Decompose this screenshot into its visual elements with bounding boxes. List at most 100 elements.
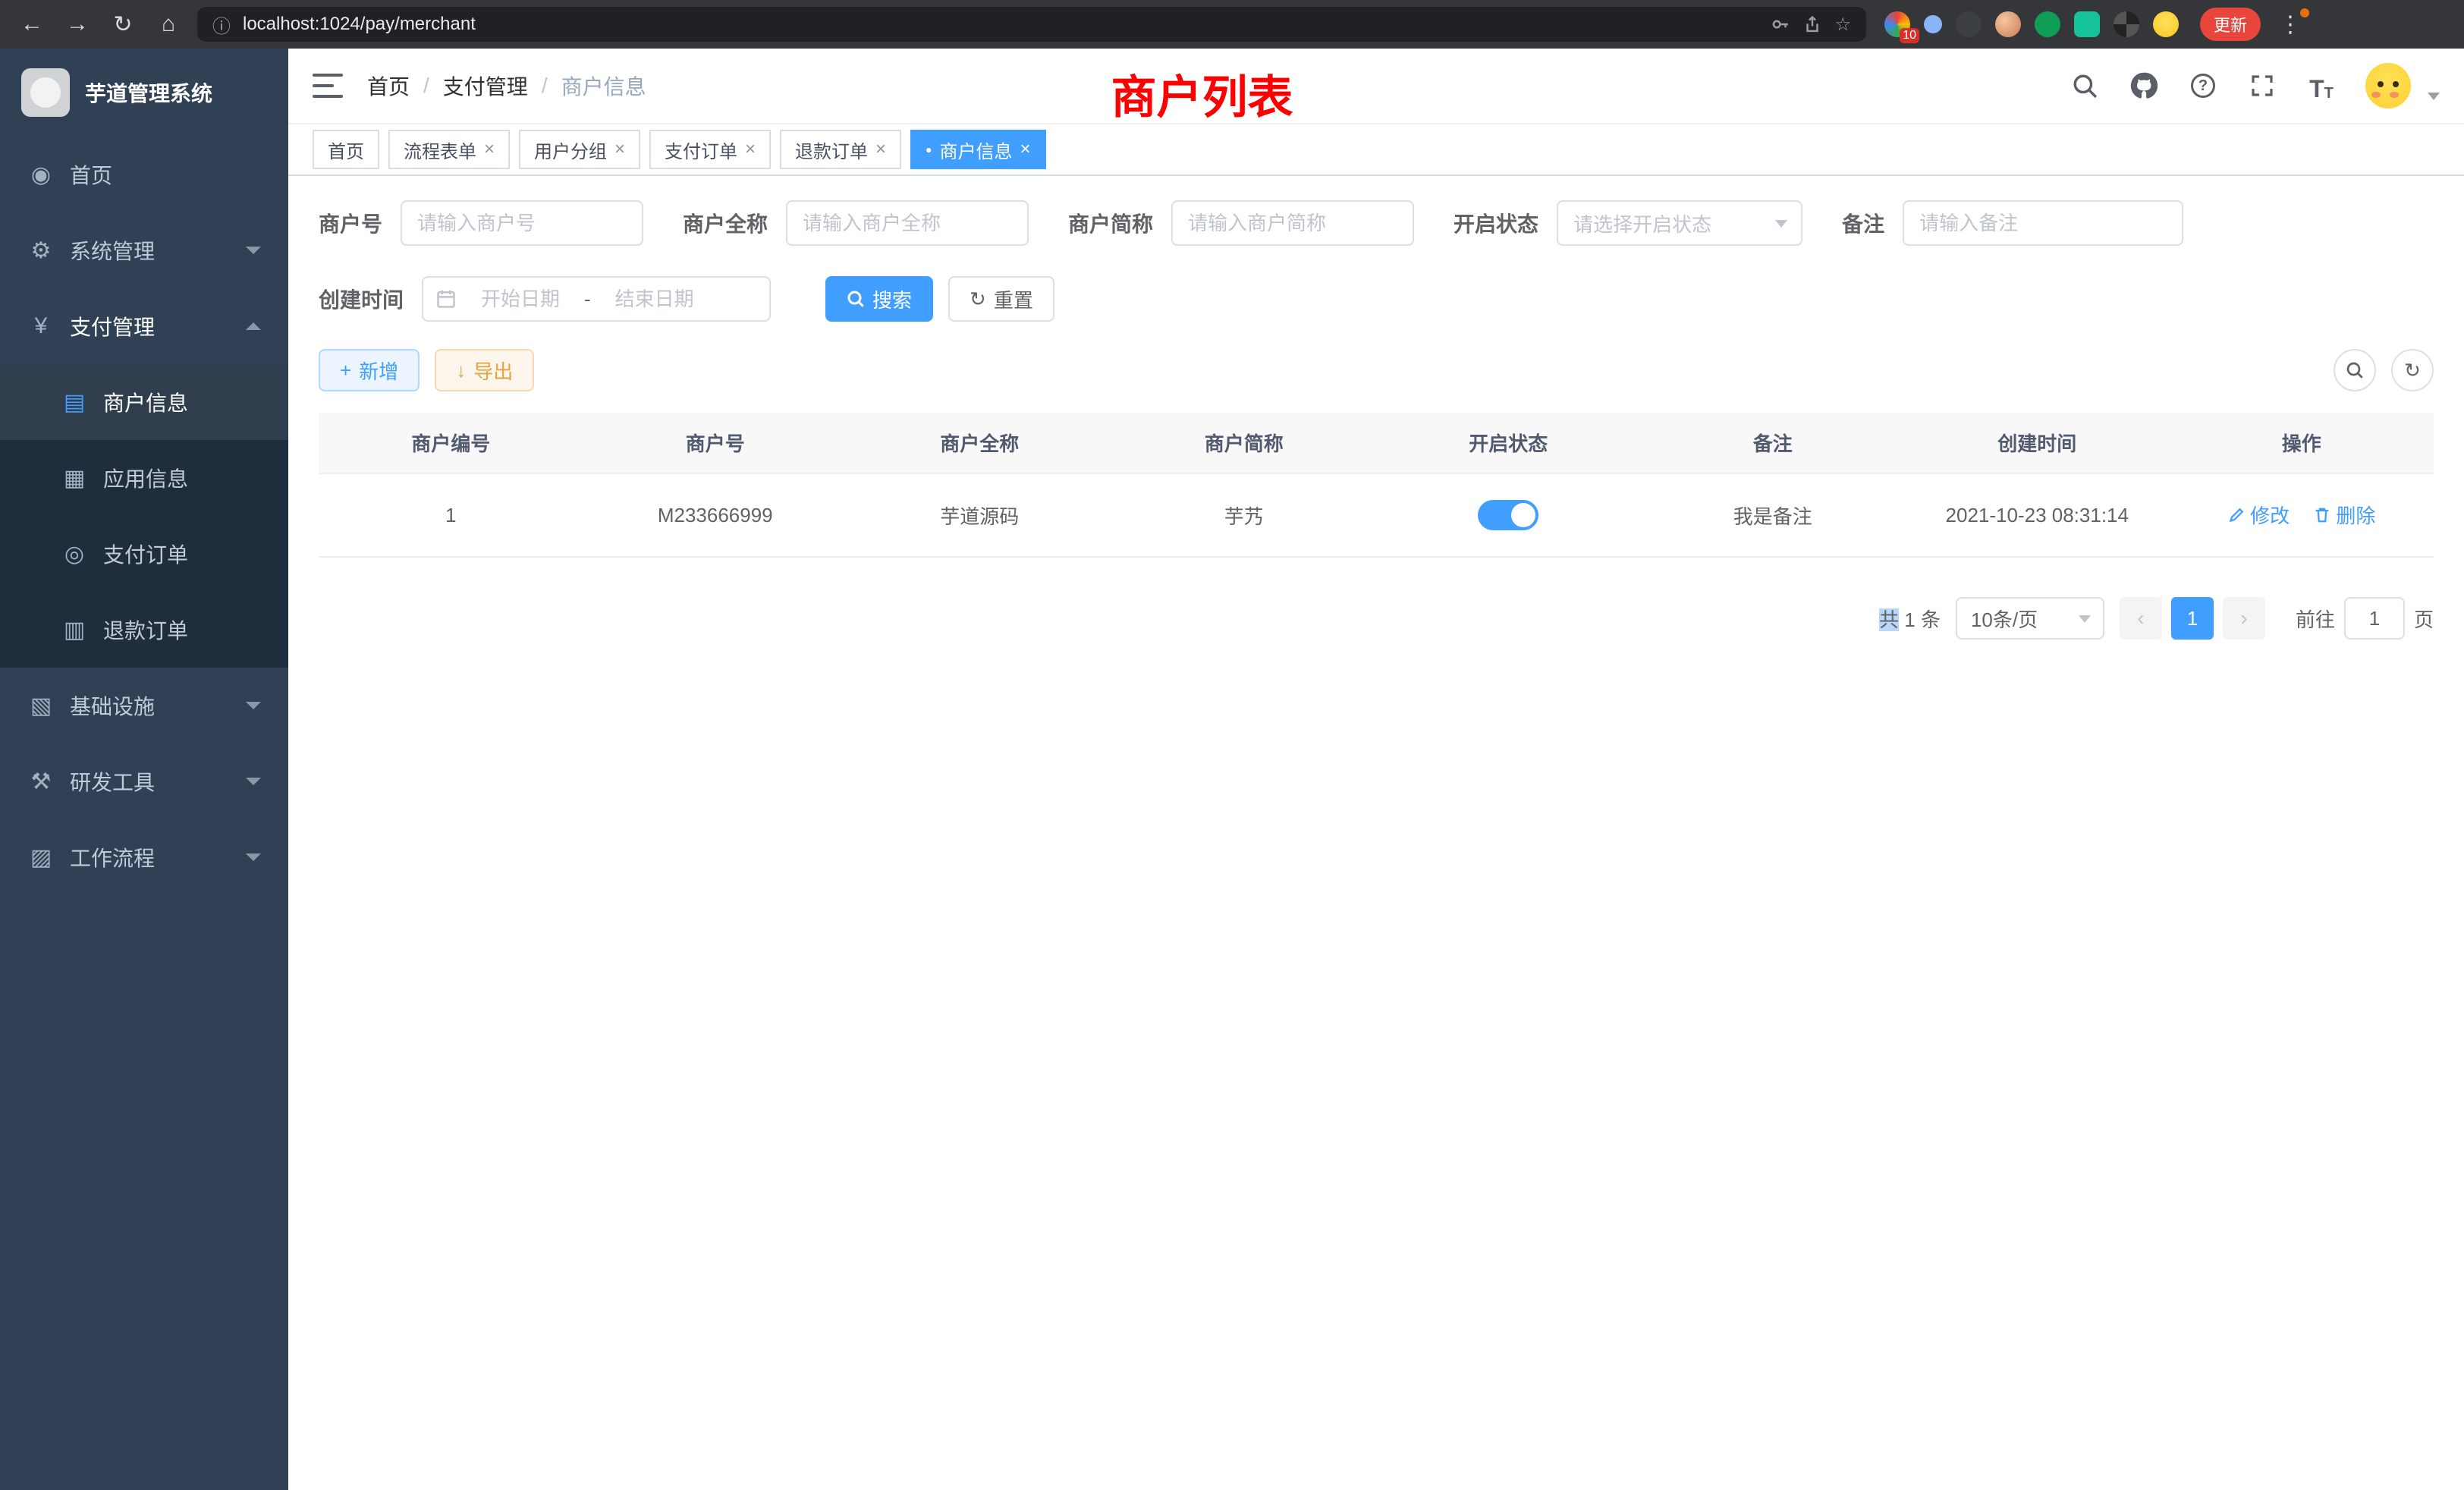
address-bar[interactable]: ⓘ localhost:1024/pay/merchant ☆: [197, 7, 1866, 42]
tab-user-group[interactable]: 用户分组 ×: [519, 130, 640, 169]
user-avatar[interactable]: [2365, 63, 2411, 108]
tab-home[interactable]: 首页: [313, 130, 379, 169]
merchant-no-input[interactable]: [401, 200, 643, 246]
extension-icon-blue[interactable]: [1924, 15, 1942, 33]
close-icon[interactable]: ×: [484, 139, 495, 160]
prev-page-button[interactable]: ‹: [2120, 597, 2162, 640]
pager: ‹ 1 ›: [2120, 597, 2265, 640]
tab-refund-order[interactable]: 退款订单 ×: [780, 130, 901, 169]
app-logo: [21, 68, 70, 117]
sidebar-item-label: 商户信息: [103, 387, 188, 417]
sidebar-item-payment[interactable]: ¥ 支付管理: [0, 288, 288, 364]
home-icon[interactable]: ⌂: [152, 8, 185, 41]
navbar-actions: ? TT: [2070, 63, 2440, 108]
forward-icon[interactable]: →: [61, 8, 94, 41]
close-icon[interactable]: ×: [745, 139, 756, 160]
remark-input[interactable]: [1903, 200, 2183, 246]
next-page-button[interactable]: ›: [2223, 597, 2265, 640]
col-short-name: 商户简称: [1112, 413, 1377, 473]
cell-status: [1376, 473, 1641, 557]
hamburger-icon[interactable]: [313, 74, 343, 98]
reload-icon[interactable]: ↻: [106, 8, 140, 41]
tab-merchant-info[interactable]: ● 商户信息 ×: [910, 130, 1045, 169]
refresh-table-button[interactable]: ↻: [2391, 349, 2434, 391]
password-key-icon[interactable]: [1771, 14, 1790, 34]
search-button[interactable]: 搜索: [825, 276, 933, 322]
toggle-search-button[interactable]: [2334, 349, 2376, 391]
main-area: 商户列表 首页 / 支付管理 / 商户信息 ?: [288, 49, 2464, 1490]
sidebar: 芋道管理系统 ◉ 首页 ⚙ 系统管理 ¥ 支付管理 ▤ 商户信息: [0, 49, 288, 1490]
browser-update-button[interactable]: 更新: [2200, 8, 2261, 41]
extension-icon-puzzle[interactable]: 10: [1884, 11, 1910, 37]
add-button[interactable]: + 新增: [319, 349, 420, 391]
tab-process-form[interactable]: 流程表单 ×: [388, 130, 510, 169]
sidebar-item-workflow[interactable]: ▨ 工作流程: [0, 819, 288, 895]
extensions-row: 10: [1884, 11, 2179, 37]
table-row: 1 M233666999 芋道源码 芋艿 我是备注 2021-10-23 08:…: [319, 473, 2434, 557]
back-icon[interactable]: ←: [15, 8, 49, 41]
sidebar-item-system[interactable]: ⚙ 系统管理: [0, 212, 288, 288]
extension-icon-avatar[interactable]: [1995, 11, 2021, 37]
export-button[interactable]: ↓ 导出: [435, 349, 534, 391]
github-icon[interactable]: [2129, 71, 2159, 101]
browser-menu-icon[interactable]: ⋮: [2273, 11, 2308, 38]
reset-button[interactable]: ↻ 重置: [948, 276, 1054, 322]
avatar-caret-down-icon[interactable]: [2428, 93, 2440, 100]
font-size-icon[interactable]: TT: [2306, 71, 2337, 101]
site-info-icon[interactable]: ⓘ: [212, 11, 231, 38]
share-icon[interactable]: [1802, 14, 1822, 34]
tab-pay-order[interactable]: 支付订单 ×: [649, 130, 771, 169]
bookmark-star-icon[interactable]: ☆: [1834, 14, 1851, 36]
breadcrumb-separator: /: [542, 74, 548, 98]
breadcrumb: 首页 / 支付管理 / 商户信息: [367, 71, 646, 101]
delete-link[interactable]: 删除: [2313, 501, 2375, 529]
tools-icon: ⚒: [27, 769, 55, 795]
search-icon: [2346, 361, 2364, 379]
breadcrumb-item[interactable]: 支付管理: [443, 71, 528, 101]
sidebar-item-devtools[interactable]: ⚒ 研发工具: [0, 743, 288, 819]
extension-icon-green-square[interactable]: [2074, 11, 2100, 37]
page-size-select[interactable]: 10条/页: [1956, 597, 2104, 640]
status-toggle[interactable]: [1478, 500, 1538, 530]
status-label: 开启状态: [1454, 208, 1538, 238]
card-icon: ▤: [61, 389, 88, 416]
create-time-range-picker[interactable]: -: [422, 276, 771, 322]
extension-icon-pinwheel[interactable]: [2114, 11, 2139, 37]
sidebar-item-pay-order[interactable]: ◎ 支付订单: [0, 516, 288, 592]
merchant-no-label: 商户号: [319, 208, 382, 238]
sidebar-item-infrastructure[interactable]: ▧ 基础设施: [0, 668, 288, 743]
sidebar-item-label: 研发工具: [70, 766, 155, 797]
close-icon[interactable]: ×: [1020, 139, 1031, 160]
sidebar-item-merchant-info[interactable]: ▤ 商户信息: [0, 364, 288, 440]
short-name-input[interactable]: [1171, 200, 1414, 246]
sidebar-item-label: 基础设施: [70, 690, 155, 721]
refresh-icon: ↻: [2404, 359, 2421, 382]
sidebar-item-home[interactable]: ◉ 首页: [0, 137, 288, 212]
page-1-button[interactable]: 1: [2171, 597, 2214, 640]
col-create-time: 创建时间: [1905, 413, 2170, 473]
extension-icon-green-circle[interactable]: [2035, 11, 2060, 37]
app-logo-row[interactable]: 芋道管理系统: [0, 49, 288, 137]
sidebar-item-app-info[interactable]: ▦ 应用信息: [0, 440, 288, 516]
start-date-input[interactable]: [466, 288, 575, 311]
breadcrumb-separator: /: [423, 74, 429, 98]
chevron-up-icon: [246, 322, 261, 330]
extension-icon-emoji[interactable]: [2153, 11, 2179, 37]
edit-link[interactable]: 修改: [2227, 501, 2290, 529]
fullscreen-icon[interactable]: [2247, 71, 2277, 101]
search-icon[interactable]: [2070, 71, 2100, 101]
close-icon[interactable]: ×: [614, 139, 625, 160]
chevron-down-icon: [2079, 615, 2091, 623]
status-select[interactable]: 请选择开启状态: [1557, 200, 1802, 246]
infrastructure-icon: ▧: [27, 693, 55, 719]
goto-page-input[interactable]: [2344, 597, 2405, 640]
tabs-bar: 首页 流程表单 × 用户分组 × 支付订单 × 退款订单 ×: [288, 124, 2464, 176]
sidebar-item-refund-order[interactable]: ▥ 退款订单: [0, 592, 288, 668]
extension-icon-dark[interactable]: [1956, 11, 1982, 37]
col-remark: 备注: [1641, 413, 1906, 473]
close-icon[interactable]: ×: [875, 139, 886, 160]
breadcrumb-item[interactable]: 首页: [367, 71, 410, 101]
end-date-input[interactable]: [600, 288, 709, 311]
full-name-input[interactable]: [786, 200, 1029, 246]
help-icon[interactable]: ?: [2188, 71, 2218, 101]
